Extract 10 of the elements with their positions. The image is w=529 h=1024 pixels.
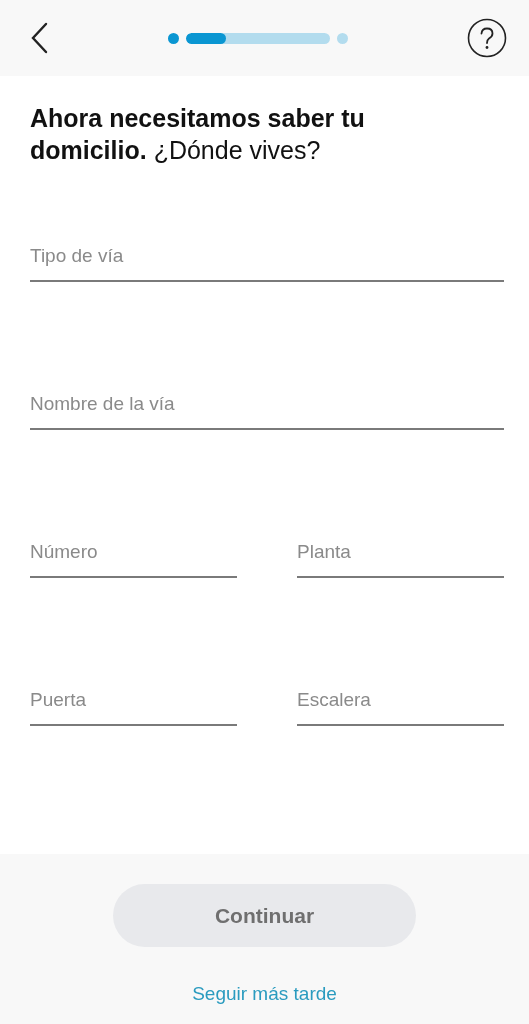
back-button[interactable] [30, 22, 48, 54]
input-field[interactable]: Escalera [297, 682, 504, 726]
heading: Ahora necesitamos saber tu domicilio. ¿Dónde vives? [30, 103, 366, 166]
input-field[interactable]: Nombre de la vía [30, 386, 504, 430]
continue-later-link[interactable]: Seguir más tarde [192, 983, 337, 1005]
input-field[interactable]: Número [30, 534, 237, 578]
input-field[interactable]: Puerta [30, 682, 237, 726]
input-field[interactable]: Tipo de vía [30, 238, 504, 282]
input-field[interactable]: Planta [297, 534, 504, 578]
help-button[interactable] [467, 18, 507, 58]
